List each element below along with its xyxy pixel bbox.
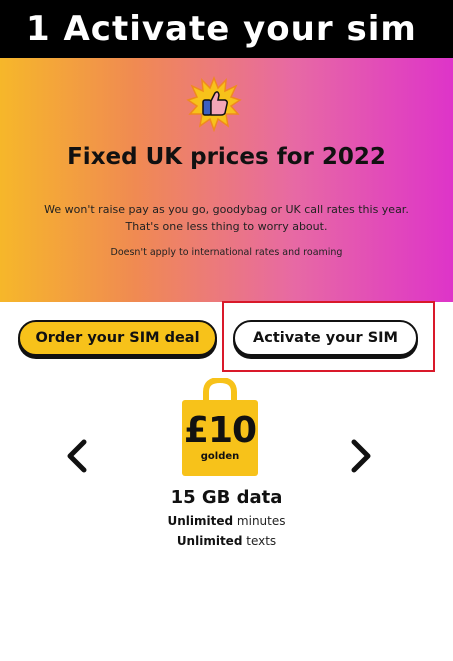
plan-price: £10 — [183, 410, 257, 451]
order-sim-button[interactable]: Order your SIM deal — [18, 320, 217, 356]
hero-footnote: Doesn't apply to international rates and… — [110, 247, 343, 258]
flaming-thumbs-up-icon — [186, 76, 242, 132]
page-title: 1 Activate your sim — [26, 9, 417, 49]
plan-texts-rest: texts — [246, 534, 277, 548]
hero-description-line: That's one less thing to worry about. — [125, 220, 328, 233]
plan-texts-bold: Unlimited — [176, 534, 243, 548]
hero-title: Fixed UK prices for 2022 — [67, 144, 386, 170]
plan-texts: Unlimited texts — [0, 534, 453, 548]
plan-data-allowance: 15 GB data — [170, 487, 283, 508]
hero-banner: Fixed UK prices for 2022 We won't raise … — [0, 58, 453, 302]
plan-tier: golden — [200, 451, 240, 462]
chevron-right-icon[interactable] — [346, 437, 376, 475]
plan-minutes-rest: minutes — [236, 514, 286, 528]
hero-description: We won't raise pay as you go, goodybag o… — [20, 201, 433, 235]
chevron-left-icon[interactable] — [62, 437, 92, 475]
title-bar: 1 Activate your sim — [0, 0, 453, 58]
highlight-annotation-box — [222, 301, 435, 372]
plan-minutes: Unlimited minutes — [0, 514, 453, 528]
hero-description-line: We won't raise pay as you go, goodybag o… — [44, 203, 409, 216]
plan-minutes-bold: Unlimited — [167, 514, 234, 528]
